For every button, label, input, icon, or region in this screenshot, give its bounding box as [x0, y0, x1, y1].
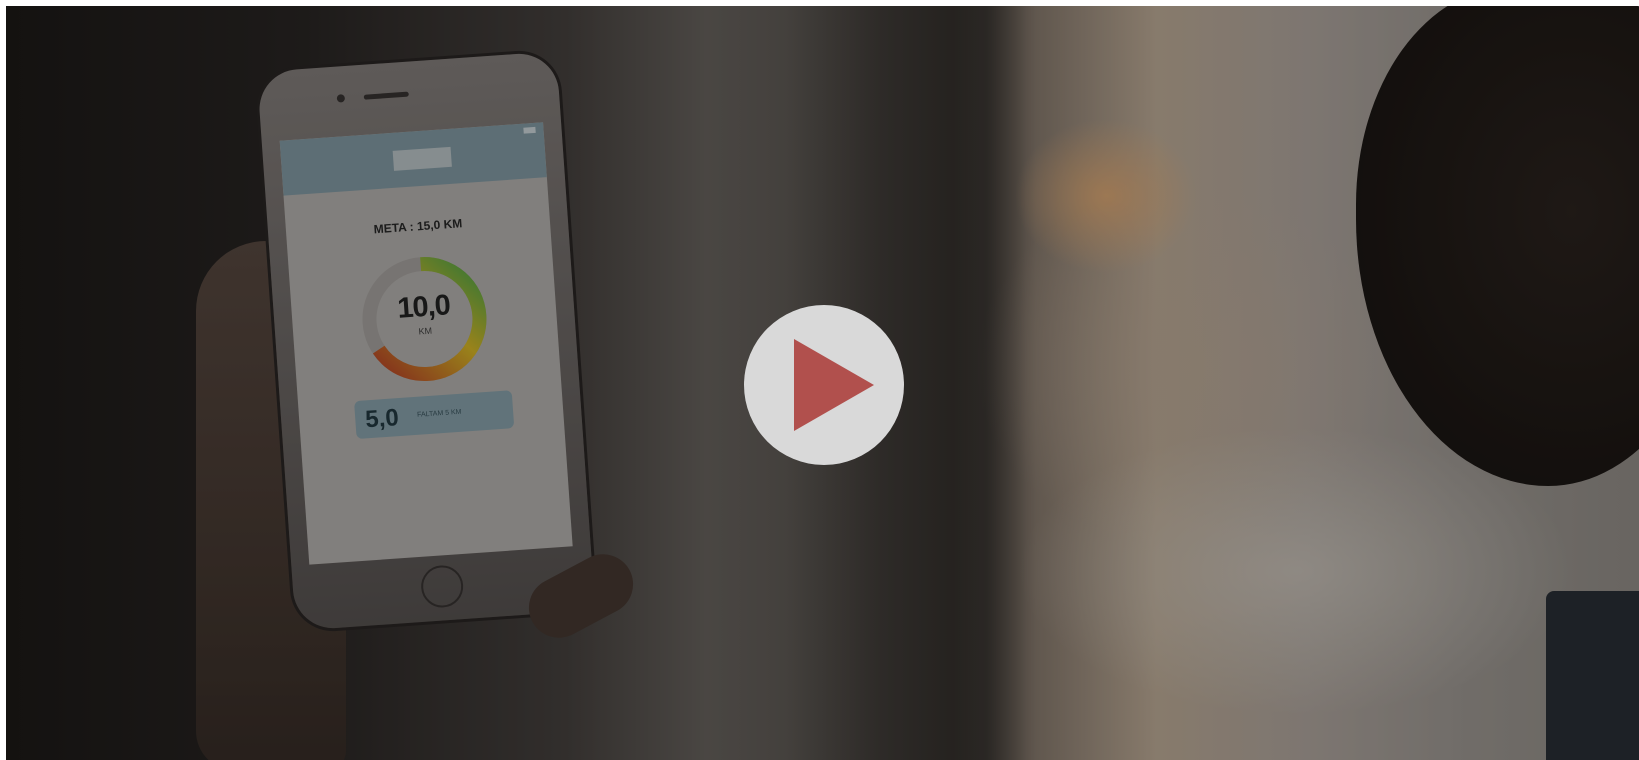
play-button[interactable] [744, 305, 904, 465]
play-icon [794, 339, 874, 431]
video-player[interactable]: META : 15,0 KM 10,0 KM 5,0 FALTAM 5 KM [6, 6, 1639, 760]
